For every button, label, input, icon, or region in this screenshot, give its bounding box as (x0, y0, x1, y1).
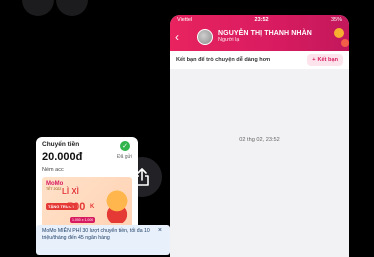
banner-tag: 1.000 x 1.000 (70, 217, 96, 223)
top-left-button[interactable] (22, 0, 54, 16)
transfer-status: Đã gửi (116, 154, 132, 160)
banner-amount: 500 (67, 201, 86, 213)
avatar[interactable] (197, 29, 213, 45)
chat-timestamp: 02 thg 02, 23:52 (239, 137, 280, 143)
status-bar: Viettel 23:52 35% (170, 15, 349, 25)
promo-text: MoMo MIỄN PHÍ 30 lượt chuyển tiền, tối đ… (42, 228, 150, 242)
promo-lixi-banner[interactable]: MoMo TẾT 2022 LÌ XÌ TẶNG TRƯỚC 500 K 1.0… (42, 177, 132, 232)
free-transfer-promo[interactable]: MoMo MIỄN PHÍ 30 lượt chuyển tiền, tối đ… (36, 225, 170, 255)
phone-screen: Viettel 23:52 35% ‹ NGUYỄN THỊ THANH NHÀ… (170, 15, 349, 257)
check-icon: ✓ (120, 141, 130, 151)
add-friend-bar: Kết bạn để trò chuyện dễ dàng hơn + Kết … (170, 51, 349, 69)
contact-subtitle: Người lạ (218, 36, 240, 43)
banner-title: LÌ XÌ (62, 187, 79, 196)
add-friend-button[interactable]: + Kết bạn (307, 54, 343, 66)
back-arrow-icon[interactable]: ‹ (175, 31, 187, 43)
battery-label: 35% (330, 17, 342, 23)
banner-subtitle: TẾT 2022 (46, 187, 62, 191)
transfer-title: Chuyển tiền (42, 141, 80, 148)
top-right-button[interactable] (56, 0, 88, 16)
close-icon[interactable]: × (158, 227, 162, 234)
banner-unit: K (90, 204, 95, 210)
chat-header: Viettel 23:52 35% ‹ NGUYỄN THỊ THANH NHÀ… (170, 15, 349, 51)
add-friend-prompt: Kết bạn để trò chuyện dễ dàng hơn (176, 57, 271, 63)
transfer-note: Ném acc (42, 167, 64, 173)
clock-label: 23:52 (254, 17, 269, 23)
add-friend-label: Kết bạn (317, 57, 338, 63)
transfer-amount: 20.000đ (42, 151, 83, 163)
tiger-mascot-icon (104, 189, 130, 223)
contact-info: NGUYỄN THỊ THANH NHÀN Người lạ (218, 30, 312, 43)
decoration-icon (334, 28, 349, 47)
transfer-card[interactable]: Chuyển tiền ✓ 20.000đ Đã gửi Ném acc MoM… (36, 137, 138, 235)
add-user-icon: + (312, 57, 316, 63)
carrier-label: Viettel (177, 17, 193, 23)
